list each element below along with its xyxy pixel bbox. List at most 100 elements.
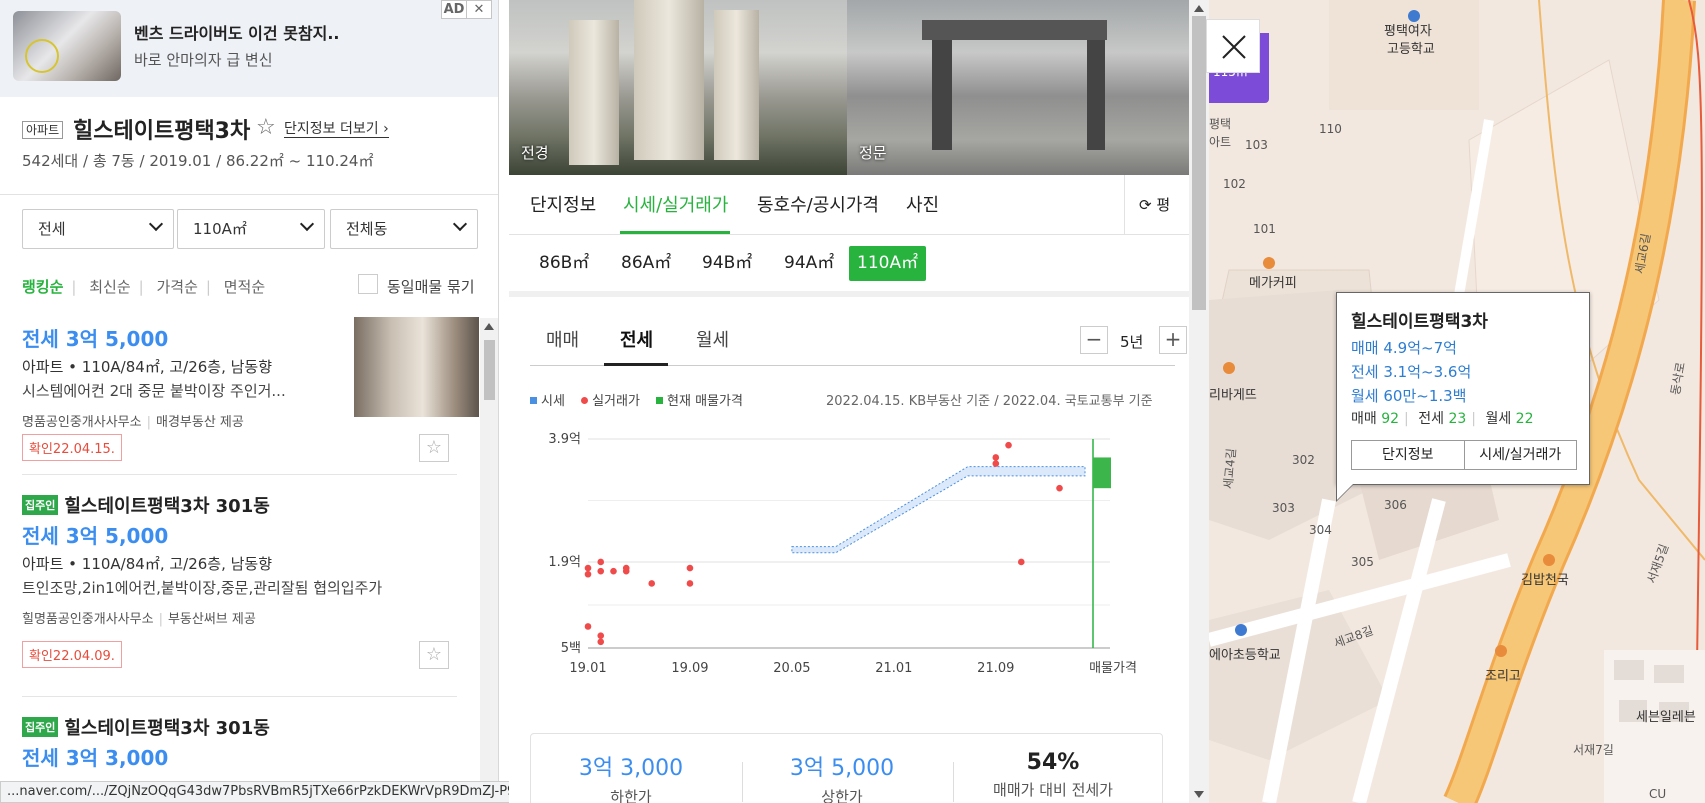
complex-photo-gate[interactable]: 정문	[847, 0, 1189, 175]
trade-type-select[interactable]: 전세	[22, 209, 174, 249]
map-label: 리바게뜨	[1209, 388, 1257, 403]
listing-list: 전세 3억 5,000 아파트 • 110A/84㎡, 고/26층, 남동향 시…	[0, 315, 498, 803]
favorite-star-icon[interactable]: ☆	[256, 115, 276, 140]
actual-trade-point	[610, 567, 617, 575]
complex-photo-overview[interactable]: 전경	[509, 0, 847, 175]
actual-trade-point	[597, 632, 605, 640]
legend-current-label: 현재 매물가격	[667, 394, 743, 409]
chevron-down-icon	[299, 216, 315, 232]
sort-latest[interactable]: 최신순	[89, 278, 130, 296]
stat-upper: 3억 5,000 상한가	[742, 750, 942, 803]
map-label: 에아초등학교	[1209, 648, 1281, 663]
area-tab-94b[interactable]: 94B㎡	[694, 246, 760, 281]
map-label: 세븐일레븐	[1636, 710, 1696, 725]
close-icon[interactable]	[1206, 19, 1260, 73]
list-item[interactable]: 전세 3억 5,000 아파트 • 110A/84㎡, 고/26층, 남동향 시…	[22, 317, 479, 462]
count-jeonse-label: 전세	[1418, 411, 1444, 427]
listing-title-text: 힐스테이트평택3차 301동	[64, 718, 270, 739]
count-monthly-label: 월세	[1485, 411, 1512, 427]
dong-select[interactable]: 전체동	[330, 209, 478, 249]
data-basis-note: 2022.04.15. KB부동산 기준 / 2022.04. 국토교통부 기준	[826, 394, 1153, 409]
area-tab-86b[interactable]: 86B㎡	[531, 246, 597, 281]
map-label: 304	[1309, 523, 1332, 537]
list-item[interactable]: 집주인 힐스테이트평택3차 301동 전세 3억 3,000	[22, 714, 457, 771]
tab-price-trades[interactable]: 시세/실거래가	[623, 191, 728, 217]
stat-upper-label: 상한가	[821, 788, 863, 803]
area-tab-86a[interactable]: 86A㎡	[613, 246, 679, 281]
period-minus-button[interactable]: −	[1080, 326, 1108, 354]
tab-complex-info[interactable]: 단지정보	[530, 191, 596, 217]
map-label: 평택여자	[1384, 24, 1432, 39]
trade-type-value: 전세	[38, 220, 66, 238]
popup-info-button[interactable]: 단지정보	[1352, 441, 1464, 469]
stat-lower-value: 3억 3,000	[578, 756, 684, 781]
actual-trade-point	[584, 564, 592, 572]
sort-ranking[interactable]: 랭킹순	[22, 278, 63, 296]
complex-more-link[interactable]: 단지정보 더보기 ›	[284, 122, 389, 138]
photo-label: 전경	[521, 144, 549, 162]
tab-photos[interactable]: 사진	[906, 191, 939, 217]
photo-label: 정문	[859, 144, 887, 162]
ad-banner[interactable]: 벤츠 드라이버도 이건 못참지.. 바로 안마의자 급 변신 AD ✕	[0, 0, 498, 97]
area-select[interactable]: 110A㎡	[177, 209, 325, 249]
trade-tab-jeonse[interactable]: 전세	[620, 326, 653, 352]
legend-market-label: 시세	[541, 394, 565, 409]
actual-swatch-icon	[581, 397, 589, 404]
trade-tab-sale[interactable]: 매매	[546, 326, 579, 352]
group-same-listings-checkbox[interactable]	[358, 274, 378, 294]
ad-title[interactable]: 벤츠 드라이버도 이건 못참지..	[134, 20, 340, 44]
map-label: CU	[1649, 787, 1667, 801]
map-label: 김밥천국	[1521, 573, 1569, 588]
ad-image[interactable]	[13, 11, 121, 81]
scroll-up-icon[interactable]	[484, 323, 494, 330]
y-tick-label: 5백	[561, 641, 581, 656]
listing-price: 전세 3억 5,000	[22, 524, 169, 548]
period-plus-button[interactable]: +	[1159, 326, 1187, 354]
scroll-down-icon[interactable]	[1194, 791, 1204, 798]
price-chart: 3.9억 1.9억 5백 19.01 19.09 20.05 21.01 21.09 매물가격	[548, 432, 1137, 676]
unit-toggle-button[interactable]: ⟳ 평	[1124, 175, 1189, 235]
actual-trade-point	[1056, 484, 1063, 492]
favorite-star-icon[interactable]: ☆	[419, 641, 449, 669]
actual-trade-point	[622, 567, 630, 575]
actual-trade-point	[584, 623, 592, 630]
listing-photo[interactable]	[354, 317, 479, 417]
complex-tabs: 단지정보 시세/실거래가 동호수/공시가격 사진 ⟳ 평	[509, 175, 1189, 235]
complex-popup[interactable]: 힐스테이트평택3차 매매 4.9억~7억 전세 3.1억~3.6억 월세 60만…	[1336, 292, 1590, 502]
listing-title: 집주인 힐스테이트평택3차 301동	[22, 714, 457, 740]
ad-close-icon[interactable]: ✕	[466, 1, 491, 18]
stat-ratio-value: 54%	[1026, 750, 1080, 775]
area-tab-110a[interactable]: 110A㎡	[849, 246, 927, 281]
agent-name: 명품공인중개사사무소	[22, 415, 142, 430]
divider	[22, 696, 457, 697]
popup-monthly-range: 월세 60만~1.3백	[1351, 387, 1467, 405]
trade-tab-monthly[interactable]: 월세	[696, 326, 729, 352]
area-tabs: 86B㎡ 86A㎡ 94B㎡ 94A㎡ 110A㎡	[509, 236, 1189, 297]
actual-trade-point	[648, 580, 656, 587]
sort-area[interactable]: 면적순	[224, 278, 265, 296]
actual-trade-point	[686, 564, 694, 572]
scroll-up-icon[interactable]	[1194, 5, 1204, 12]
map-label: 평택	[1209, 117, 1232, 131]
scroll-thumb[interactable]	[484, 340, 495, 400]
ad-subtitle[interactable]: 바로 안마의자 급 변신	[134, 49, 273, 70]
area-tab-94a[interactable]: 94A㎡	[776, 246, 842, 281]
complex-name: 힐스테이트평택3차	[73, 119, 251, 144]
favorite-star-icon[interactable]: ☆	[419, 434, 449, 462]
tab-units-public-price[interactable]: 동호수/공시가격	[757, 191, 879, 217]
map-label: 메가커피	[1249, 276, 1297, 291]
popup-price-button[interactable]: 시세/실거래가	[1463, 441, 1577, 469]
group-same-listings-label[interactable]: 동일매물 묶기	[387, 276, 475, 297]
listing-scrollbar[interactable]	[480, 318, 498, 803]
sort-price[interactable]: 가격순	[157, 278, 198, 296]
scroll-thumb[interactable]	[1192, 16, 1206, 310]
popup-sale-range: 매매 4.9억~7억	[1351, 339, 1457, 357]
panel-scrollbar[interactable]	[1189, 0, 1209, 803]
popup-jeonse-range: 전세 3.1억~3.6억	[1351, 363, 1472, 381]
complex-more-label: 단지정보 더보기	[284, 121, 379, 137]
list-item[interactable]: 집주인 힐스테이트평택3차 301동 전세 3억 5,000 아파트 • 110A…	[22, 492, 457, 669]
map-label: 조리고	[1485, 669, 1521, 684]
y-tick-label: 3.9억	[548, 432, 581, 447]
actual-trade-point	[1017, 558, 1025, 566]
listing-memo: 트인조망,2in1에어컨,붙박이장,중문,관리잘됨 협의입주가	[22, 579, 383, 597]
